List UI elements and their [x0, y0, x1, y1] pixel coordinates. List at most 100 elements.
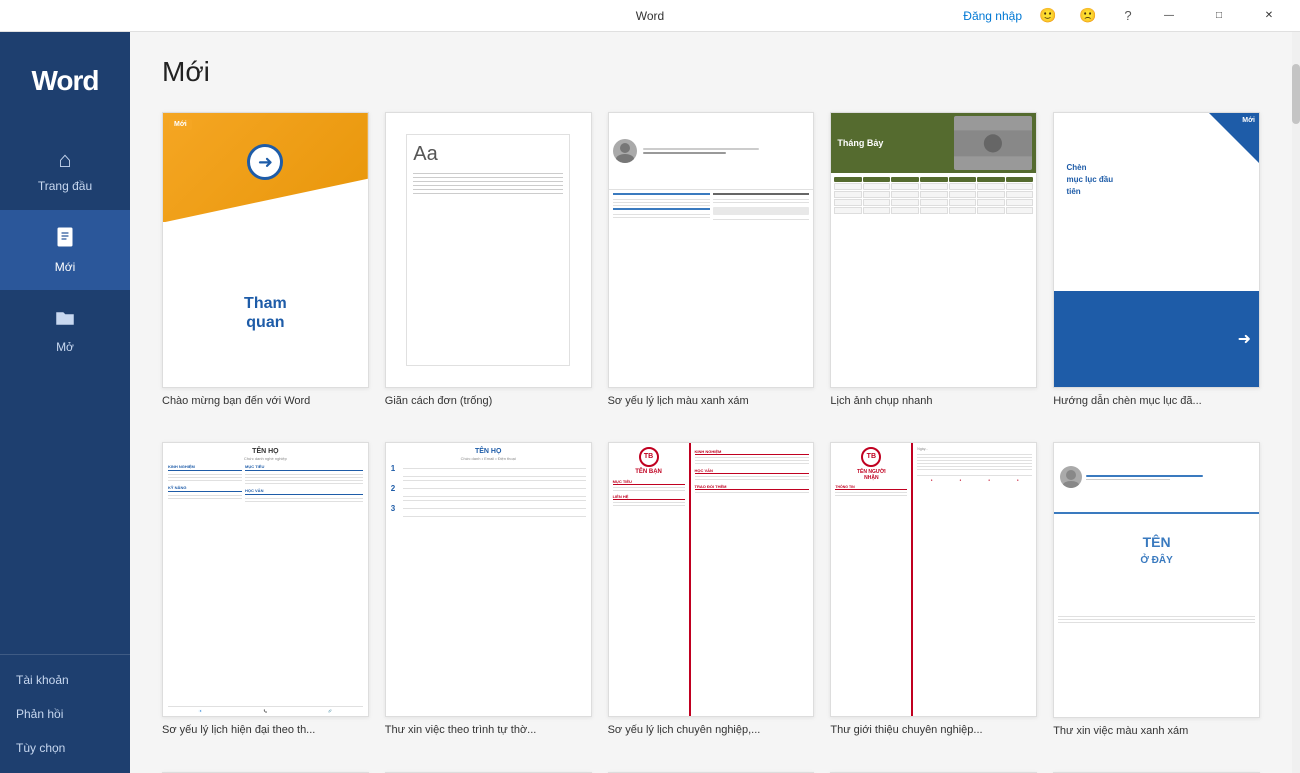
sidebar-item-feedback[interactable]: Phản hồi	[0, 697, 130, 731]
intro-dot-4: ●	[1017, 478, 1019, 482]
toc-blue-bar: ➜	[1054, 291, 1259, 387]
maximize-button[interactable]: □	[1196, 0, 1242, 32]
letter-seq-line-4	[403, 500, 586, 501]
cv-gray-top	[609, 113, 814, 190]
sidebar-item-options[interactable]: Tùy chọn	[0, 731, 130, 765]
cal-cell-h6	[977, 177, 1005, 182]
close-button[interactable]: ✕	[1246, 0, 1292, 32]
cv-modern-section-2: KỸ NĂNG	[168, 485, 242, 492]
cv-gray-line-4	[613, 214, 710, 215]
cv-pro-r3	[695, 463, 810, 464]
cv-modern-right: MỤC TIÊU HỌC VẤN	[245, 464, 363, 703]
cv-modern-footer: 📧 📞 🔗	[168, 706, 363, 713]
cv-m-footer-1: 📧	[199, 709, 203, 713]
cv-m-line-1	[168, 474, 242, 475]
template-item-welcome[interactable]: Mới ➜ Thamquan Chào mừng bạn đến với Wor…	[162, 112, 369, 422]
template-item-intro-pro[interactable]: TB TÊN NGƯỜINHẬN THÔNG TIN Ngày...	[830, 442, 1037, 752]
intro-date: Ngày...	[917, 447, 1032, 451]
intro-footer: ● ● ● ●	[917, 475, 1032, 482]
letter-seq-name: TÊN HỌ	[391, 448, 586, 455]
letter-seq-num-1: 1	[391, 464, 401, 473]
letter-blue-nameline-2	[1086, 479, 1169, 480]
cv-pro-r6	[695, 492, 810, 493]
cv-gray-bar	[713, 207, 810, 215]
minimize-button[interactable]: —	[1146, 0, 1192, 32]
help-icon[interactable]: ?	[1114, 2, 1142, 30]
template-label-calendar: Lịch ảnh chụp nhanh	[830, 394, 1037, 422]
letter-blue-bigname: TÊNỞ ĐÂY	[1054, 534, 1259, 566]
letter-seq-line-3	[403, 496, 586, 497]
cv-pro-section-4: HỌC VẤN	[695, 468, 810, 474]
signin-link[interactable]: Đăng nhập	[963, 9, 1022, 23]
letter-seq-line-5	[403, 516, 586, 517]
template-item-cv-pro[interactable]: TB TÊN BẠN MỤC TIÊU LIÊN HỆ KINH NGHIỆM	[608, 442, 815, 752]
sidebar-item-home[interactable]: ⌂ Trang đầu	[0, 130, 130, 210]
cv-modern-body: KINH NGHIỆM KỸ NĂNG MỤC TIÊU	[168, 464, 363, 703]
template-label-toc: Hướng dẫn chèn mục lục đã...	[1053, 394, 1260, 422]
letter-blue-nameblock	[1086, 473, 1253, 482]
template-grid: Mới ➜ Thamquan Chào mừng bạn đến với Wor…	[162, 112, 1260, 773]
template-thumb-cv-modern: TÊN HỌ Chức danh nghề nghiệp KINH NGHIỆM…	[162, 442, 369, 718]
intro-dot-3: ●	[988, 478, 990, 482]
calendar-photo	[954, 116, 1032, 171]
titlebar-actions: Đăng nhập 🙂 🙁 ?	[963, 2, 1142, 30]
scrollbar-track[interactable]	[1292, 32, 1300, 773]
letter-seq-line-1	[403, 476, 586, 477]
cv-gray-col-right	[713, 193, 810, 384]
letter-seq-dash-3	[403, 508, 586, 509]
template-label-welcome: Chào mừng bạn đến với Word	[162, 394, 369, 422]
cv-gray-col-left	[613, 193, 710, 384]
emoji-happy-icon[interactable]: 🙂	[1034, 2, 1062, 30]
cv-pro-r1	[695, 457, 810, 458]
template-item-cv-gray[interactable]: Sơ yếu lý lịch màu xanh xám	[608, 112, 815, 422]
letter-seq-line-2	[403, 480, 586, 481]
cal-cell-h4	[920, 177, 948, 182]
welcome-arrow-icon: ➜	[247, 144, 283, 180]
template-item-cv-modern[interactable]: TÊN HỌ Chức danh nghề nghiệp KINH NGHIỆM…	[162, 442, 369, 752]
sidebar-item-open[interactable]: Mở	[0, 290, 130, 370]
sidebar-label-new: Mới	[55, 260, 76, 274]
intro-l1	[835, 492, 907, 493]
calendar-row-1	[834, 183, 1033, 190]
letter-seq-row-2: 2	[391, 484, 586, 493]
cal-cell-26	[949, 207, 977, 214]
template-item-blank[interactable]: Aa Giãn cách đơn (trống)	[385, 112, 592, 422]
template-label-cv-modern: Sơ yếu lý lịch hiện đại theo th...	[162, 723, 369, 751]
intro-r5	[917, 466, 1032, 467]
blank-line-5	[413, 189, 563, 190]
letter-seq-row-1: 1	[391, 464, 586, 473]
sidebar-item-new[interactable]: Mới	[0, 210, 130, 290]
template-item-letter-blue[interactable]: TÊNỞ ĐÂY Thư xin việc màu xanh xám	[1053, 442, 1260, 752]
cv-gray-line-2	[613, 202, 710, 203]
sidebar-item-account[interactable]: Tài khoản	[0, 663, 130, 697]
intro-r4	[917, 463, 1032, 464]
cal-cell-5	[949, 183, 977, 190]
scrollbar-thumb[interactable]	[1292, 64, 1300, 124]
cv-pro-left: TB TÊN BẠN MỤC TIÊU LIÊN HỆ	[609, 443, 691, 717]
template-item-toc[interactable]: Mới Chènmục lục đầutiên ➜ Hướng dẫn chèn…	[1053, 112, 1260, 422]
template-thumb-blank: Aa	[385, 112, 592, 388]
intro-pro-right: Ngày... ● ● ● ●	[913, 443, 1036, 717]
intro-r1	[917, 454, 1032, 455]
letter-blue-photo	[1060, 466, 1082, 488]
template-label-cv-pro: Sơ yếu lý lịch chuyên nghiệp,...	[608, 723, 815, 751]
cv-pro-section-2: LIÊN HỆ	[613, 494, 685, 500]
letter-seq-dash-2	[403, 488, 586, 489]
cv-gray-name-line-1	[643, 148, 760, 150]
intro-dot-2: ●	[959, 478, 961, 482]
cv-gray-body	[609, 190, 814, 387]
cv-modern-name: TÊN HỌ	[168, 448, 363, 455]
template-item-letter-seq[interactable]: TÊN HỌ Chức danh • Email • Điện thoại 1 …	[385, 442, 592, 752]
app-logo: Word	[0, 32, 130, 130]
intro-l2	[835, 495, 907, 496]
calendar-grid	[831, 173, 1036, 218]
emoji-sad-icon[interactable]: 🙁	[1074, 2, 1102, 30]
template-item-calendar[interactable]: Tháng Bảy NĂM	[830, 112, 1037, 422]
cv-gray-line-3	[613, 205, 710, 206]
letter-blue-nameline-1	[1086, 475, 1203, 477]
cv-gray-header-line-2	[613, 208, 710, 210]
cal-cell-9	[863, 191, 891, 198]
cal-cell-h3	[891, 177, 919, 182]
cal-cell-10	[891, 191, 919, 198]
titlebar-title: Word	[636, 9, 664, 23]
